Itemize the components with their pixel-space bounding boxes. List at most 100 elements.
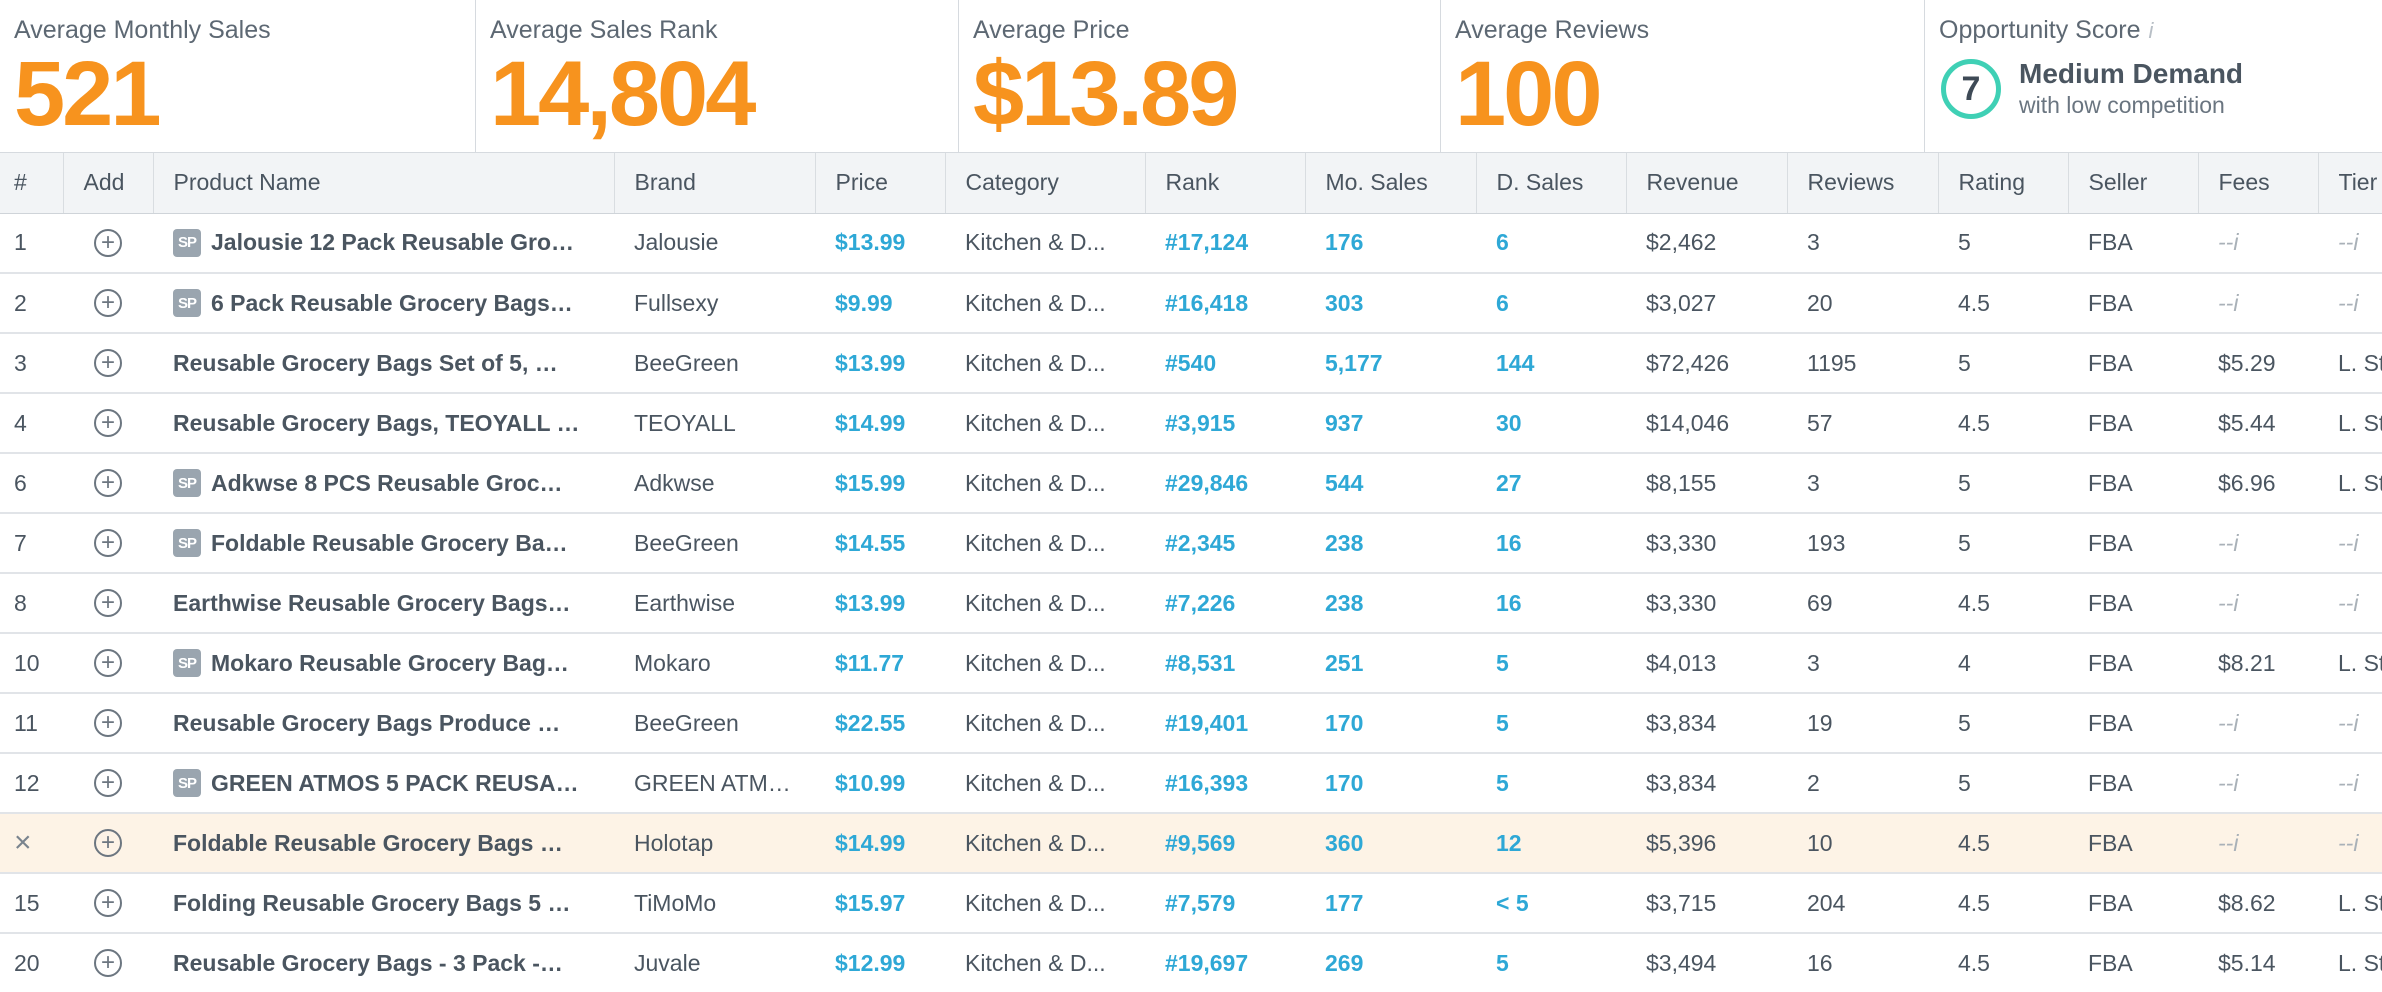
cell-price[interactable]: $13.99 — [815, 333, 945, 394]
plus-circle-icon[interactable]: + — [94, 349, 122, 377]
cell-d-sales[interactable]: 6 — [1476, 213, 1626, 274]
info-icon[interactable]: i — [2149, 18, 2154, 43]
cell-product-name[interactable]: Reusable Grocery Bags Set of 5, … — [153, 333, 614, 394]
cell-mo-sales[interactable]: 177 — [1305, 873, 1476, 934]
table-row[interactable]: 10 + SP Mokaro Reusable Grocery Bag… Mokaro $… — [0, 633, 2382, 694]
cell-product-name[interactable]: Earthwise Reusable Grocery Bags… — [153, 573, 614, 634]
header-d-sales[interactable]: D. Sales — [1476, 153, 1627, 214]
cell-rank[interactable]: #16,393 — [1145, 753, 1305, 814]
product-name[interactable]: Reusable Grocery Bags Produce … — [173, 710, 614, 737]
product-name[interactable]: SP Mokaro Reusable Grocery Bag… — [173, 649, 614, 677]
table-row[interactable]: 7 + SP Foldable Reusable Grocery Ba… BeeGree… — [0, 513, 2382, 574]
product-name-text[interactable]: Foldable Reusable Grocery Ba… — [211, 530, 568, 557]
cell-mo-sales[interactable]: 238 — [1305, 573, 1476, 634]
cell-rank[interactable]: #8,531 — [1145, 633, 1305, 694]
header-mo-sales[interactable]: Mo. Sales — [1305, 153, 1477, 214]
cell-mo-sales[interactable]: 170 — [1305, 753, 1476, 814]
cell-price[interactable]: $13.99 — [815, 573, 945, 634]
header-revenue[interactable]: Revenue — [1626, 153, 1788, 214]
cell-product-name[interactable]: Reusable Grocery Bags - 3 Pack -… — [153, 933, 614, 992]
cell-rank[interactable]: #9,569 — [1145, 813, 1305, 874]
cell-rank[interactable]: #19,401 — [1145, 693, 1305, 754]
cell-mo-sales[interactable]: 5,177 — [1305, 333, 1476, 394]
cell-rank[interactable]: #7,226 — [1145, 573, 1305, 634]
product-name[interactable]: SP GREEN ATMOS 5 PACK REUSA… — [173, 769, 614, 797]
cell-mo-sales[interactable]: 238 — [1305, 513, 1476, 574]
header-num[interactable]: # — [0, 153, 64, 214]
header-product-name[interactable]: Product Name — [153, 153, 615, 214]
plus-circle-icon[interactable]: + — [94, 649, 122, 677]
product-name[interactable]: SP Adkwse 8 PCS Reusable Groc… — [173, 469, 614, 497]
cell-price[interactable]: $15.99 — [815, 453, 945, 514]
cell-product-name[interactable]: SP Mokaro Reusable Grocery Bag… — [153, 633, 614, 694]
header-brand[interactable]: Brand — [614, 153, 816, 214]
plus-circle-icon[interactable]: + — [94, 829, 122, 857]
cell-product-name[interactable]: SP Foldable Reusable Grocery Ba… — [153, 513, 614, 574]
cell-rank[interactable]: #16,418 — [1145, 273, 1305, 334]
cell-d-sales[interactable]: < 5 — [1476, 873, 1626, 934]
cell-rank[interactable]: #7,579 — [1145, 873, 1305, 934]
cell-d-sales[interactable]: 144 — [1476, 333, 1626, 394]
table-row[interactable]: 6 + SP Adkwse 8 PCS Reusable Groc… Adkwse $15… — [0, 453, 2382, 514]
header-tier[interactable]: Tier — [2318, 153, 2382, 214]
header-add[interactable]: Add — [63, 153, 154, 214]
plus-circle-icon[interactable]: + — [94, 529, 122, 557]
table-row[interactable]: 1 + SP Jalousie 12 Pack Reusable Gro… Jalous… — [0, 213, 2382, 274]
table-row[interactable]: 15 + Folding Reusable Grocery Bags 5 … TiMo… — [0, 873, 2382, 934]
cell-price[interactable]: $14.99 — [815, 813, 945, 874]
product-name-text[interactable]: Reusable Grocery Bags - 3 Pack -… — [173, 950, 563, 977]
header-rank[interactable]: Rank — [1145, 153, 1306, 214]
cell-d-sales[interactable]: 12 — [1476, 813, 1626, 874]
cell-mo-sales[interactable]: 937 — [1305, 393, 1476, 454]
cell-rank[interactable]: #540 — [1145, 333, 1305, 394]
table-row[interactable]: × + Foldable Reusable Grocery Bags … Holota… — [0, 813, 2382, 874]
cell-product-name[interactable]: SP Jalousie 12 Pack Reusable Gro… — [153, 213, 614, 274]
product-name[interactable]: Foldable Reusable Grocery Bags … — [173, 830, 614, 857]
cell-d-sales[interactable]: 5 — [1476, 933, 1626, 992]
cell-price[interactable]: $9.99 — [815, 273, 945, 334]
cell-d-sales[interactable]: 30 — [1476, 393, 1626, 454]
product-name-text[interactable]: Reusable Grocery Bags, TEOYALL … — [173, 410, 579, 437]
cell-rank[interactable]: #2,345 — [1145, 513, 1305, 574]
header-seller[interactable]: Seller — [2068, 153, 2199, 214]
cell-product-name[interactable]: Foldable Reusable Grocery Bags … — [153, 813, 614, 874]
product-name[interactable]: SP 6 Pack Reusable Grocery Bags… — [173, 289, 614, 317]
cell-d-sales[interactable]: 16 — [1476, 573, 1626, 634]
cell-product-name[interactable]: SP 6 Pack Reusable Grocery Bags… — [153, 273, 614, 334]
header-fees[interactable]: Fees — [2198, 153, 2319, 214]
product-name[interactable]: SP Jalousie 12 Pack Reusable Gro… — [173, 228, 614, 257]
table-row[interactable]: 8 + Earthwise Reusable Grocery Bags… Earthw… — [0, 573, 2382, 634]
plus-circle-icon[interactable]: + — [94, 589, 122, 617]
header-price[interactable]: Price — [815, 153, 946, 214]
table-row[interactable]: 2 + SP 6 Pack Reusable Grocery Bags… Fullsex… — [0, 273, 2382, 334]
cell-price[interactable]: $14.55 — [815, 513, 945, 574]
plus-circle-icon[interactable]: + — [94, 228, 122, 257]
cell-price[interactable]: $13.99 — [815, 213, 945, 274]
product-name[interactable]: Folding Reusable Grocery Bags 5 … — [173, 890, 614, 917]
product-name[interactable]: Earthwise Reusable Grocery Bags… — [173, 590, 614, 617]
plus-circle-icon[interactable]: + — [94, 709, 122, 737]
table-row[interactable]: 4 + Reusable Grocery Bags, TEOYALL … TEOYAL… — [0, 393, 2382, 454]
cell-mo-sales[interactable]: 176 — [1305, 213, 1476, 274]
cell-rank[interactable]: #17,124 — [1145, 213, 1305, 274]
cell-price[interactable]: $12.99 — [815, 933, 945, 992]
header-category[interactable]: Category — [945, 153, 1146, 214]
product-name[interactable]: SP Foldable Reusable Grocery Ba… — [173, 529, 614, 557]
product-name-text[interactable]: Reusable Grocery Bags Produce … — [173, 710, 560, 737]
plus-circle-icon[interactable]: + — [94, 769, 122, 797]
product-name-text[interactable]: Jalousie 12 Pack Reusable Gro… — [211, 229, 574, 256]
cell-num[interactable]: × — [0, 813, 63, 874]
plus-circle-icon[interactable]: + — [94, 409, 122, 437]
product-name-text[interactable]: GREEN ATMOS 5 PACK REUSA… — [211, 770, 579, 797]
plus-circle-icon[interactable]: + — [94, 949, 122, 977]
cell-price[interactable]: $15.97 — [815, 873, 945, 934]
product-name-text[interactable]: Mokaro Reusable Grocery Bag… — [211, 650, 569, 677]
cell-rank[interactable]: #19,697 — [1145, 933, 1305, 992]
cell-rank[interactable]: #29,846 — [1145, 453, 1305, 514]
cell-mo-sales[interactable]: 544 — [1305, 453, 1476, 514]
cell-d-sales[interactable]: 5 — [1476, 753, 1626, 814]
product-name-text[interactable]: Folding Reusable Grocery Bags 5 … — [173, 890, 571, 917]
product-name[interactable]: Reusable Grocery Bags Set of 5, … — [173, 350, 614, 377]
product-name-text[interactable]: Foldable Reusable Grocery Bags … — [173, 830, 563, 857]
product-name-text[interactable]: 6 Pack Reusable Grocery Bags… — [211, 290, 573, 317]
